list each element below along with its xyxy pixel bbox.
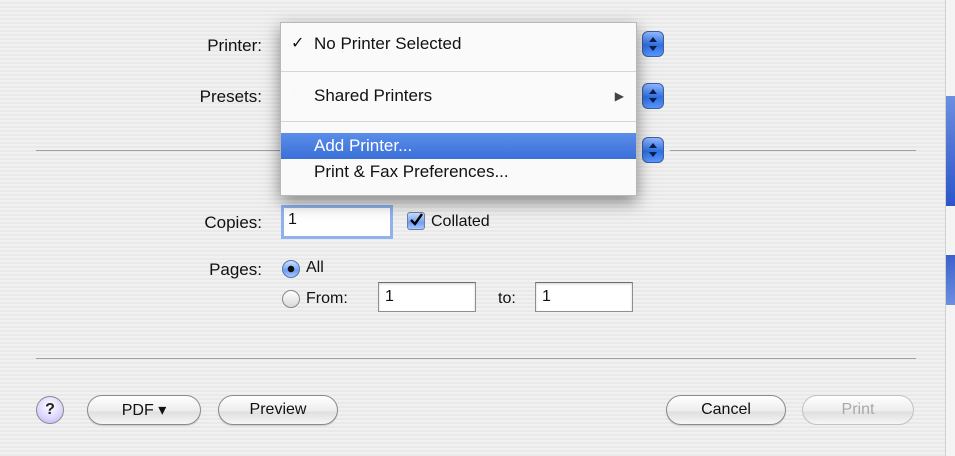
divider-left [36,150,282,151]
checkmark-icon [410,213,423,226]
cancel-button[interactable]: Cancel [666,395,786,425]
pages-to-field[interactable]: 1 [535,282,633,312]
copies-field[interactable]: 1 [281,205,393,239]
presets-popup-stepper-icon[interactable] [642,83,664,109]
help-button[interactable]: ? [36,396,64,424]
pages-label: Pages: [209,260,262,279]
pages-to-label: to: [498,290,516,307]
pages-from-radio[interactable] [282,290,300,308]
checkmark-icon: ✓ [291,35,305,52]
preview-button[interactable]: Preview [218,395,338,425]
menu-separator [281,71,636,72]
background-window-selection [946,96,955,206]
panel-popup-stepper-icon[interactable] [642,137,664,163]
pages-all-label: All [306,259,324,276]
menu-item-label: No Printer Selected [314,34,462,53]
pdf-menu-button[interactable]: PDF ▾ [87,395,201,425]
collated-label: Collated [431,213,490,230]
submenu-arrow-icon: ▶ [614,89,624,103]
background-window-edge [945,0,955,456]
menu-item-add-printer[interactable]: Add Printer... [281,133,636,159]
menu-item-label: Print & Fax Preferences... [314,162,509,181]
menu-separator [281,121,636,122]
printer-dropdown-menu: ✓ No Printer Selected Shared Printers ▶ … [280,22,637,196]
menu-item-label: Add Printer... [314,136,413,155]
divider-right [670,150,916,151]
printer-popup-stepper-icon[interactable] [642,31,664,57]
collated-checkbox[interactable] [407,212,425,230]
presets-label: Presets: [199,87,262,106]
print-button[interactable]: Print [802,395,914,425]
menu-item-print-fax-preferences[interactable]: Print & Fax Preferences... [281,159,636,185]
pages-from-field[interactable]: 1 [378,282,476,312]
pages-all-radio[interactable] [282,260,300,278]
menu-item-shared-printers[interactable]: Shared Printers ▶ [281,83,636,109]
background-window-selection-2 [946,255,955,305]
menu-item-no-printer[interactable]: ✓ No Printer Selected [281,31,636,57]
bottom-divider [36,358,916,359]
pages-from-label: From: [306,290,348,307]
printer-label: Printer: [207,36,262,55]
copies-label: Copies: [204,213,262,232]
menu-item-label: Shared Printers [314,86,433,105]
